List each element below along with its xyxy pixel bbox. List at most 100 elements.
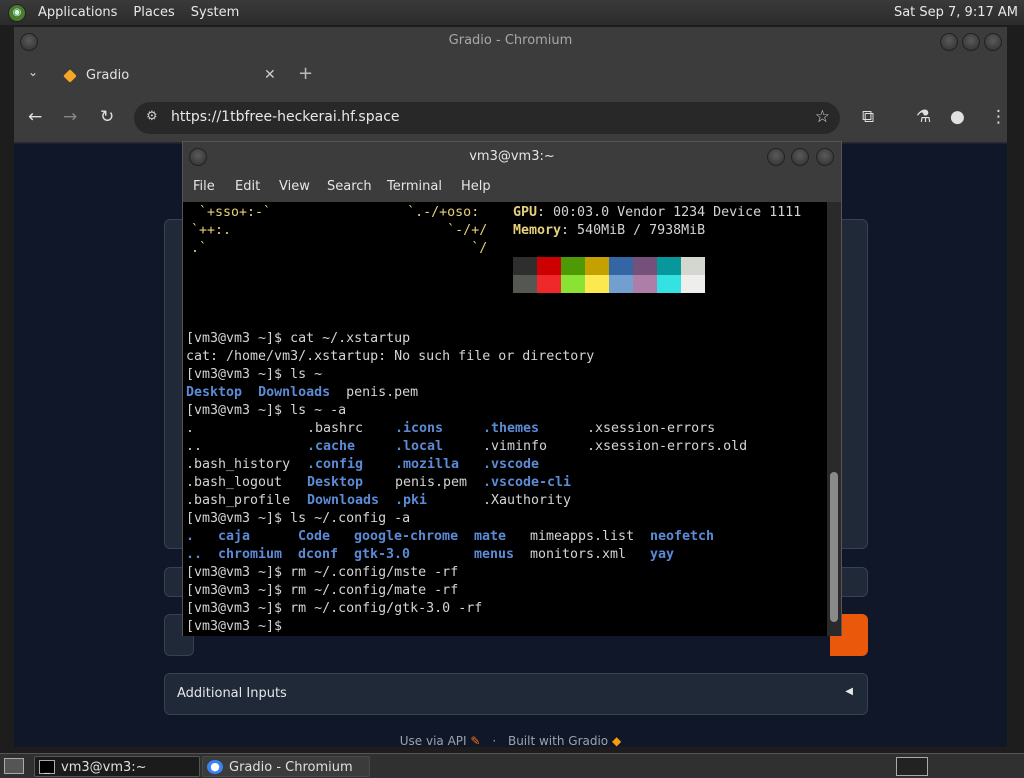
- menu-places[interactable]: Places: [129, 5, 178, 20]
- directory-entry: .vscode: [483, 457, 540, 472]
- workspace-switcher[interactable]: [896, 757, 928, 776]
- directory-entry: .icons: [395, 421, 444, 436]
- extensions-puzzle-icon[interactable]: ⧉: [862, 107, 874, 127]
- gpu-info: GPU: 00:03.0 Vendor 1234 Device 1111: [513, 204, 801, 222]
- show-desktop-icon[interactable]: [4, 758, 24, 774]
- memory-info: Memory: 540MiB / 7938MiB: [513, 222, 705, 240]
- file-entry: .: [186, 421, 195, 436]
- directory-entry: .mozilla: [395, 457, 460, 472]
- terminal-close-button[interactable]: [816, 148, 834, 166]
- menu-applications[interactable]: Applications: [34, 5, 121, 20]
- directory-entry: Code: [298, 529, 331, 544]
- terminal-window-menu-icon[interactable]: [189, 148, 207, 166]
- site-info-icon[interactable]: ⚙: [146, 109, 158, 124]
- window-menu-icon[interactable]: [20, 33, 38, 51]
- term-menu-file[interactable]: File: [193, 179, 215, 194]
- term-menu-edit[interactable]: Edit: [235, 179, 260, 194]
- bottom-panel: _ vm3@vm3:~ ● Gradio - Chromium: [0, 753, 1024, 778]
- additional-inputs-label: Additional Inputs: [177, 686, 287, 701]
- kebab-menu-icon[interactable]: ⋮: [990, 107, 1007, 127]
- file-entry: .viminfo: [483, 439, 548, 454]
- terminal-line: cat: /home/vm3/.xstartup: No such file o…: [186, 349, 595, 364]
- browser-toolbar: ← → ↻ ⚙ https://1tbfree-heckerai.hf.spac…: [14, 93, 1007, 143]
- directory-entry: gtk-3.0: [354, 547, 411, 562]
- file-entry: .bash_profile: [186, 493, 291, 508]
- palette-swatch: [561, 275, 585, 293]
- palette-swatch: [633, 275, 657, 293]
- directory-entry: yay: [650, 547, 675, 562]
- palette-swatch: [609, 275, 633, 293]
- command-text: rm ~/.config/mste -rf: [282, 565, 459, 580]
- maximize-button[interactable]: [962, 33, 980, 51]
- command-text: ls ~ -a: [282, 403, 347, 418]
- menu-system[interactable]: System: [187, 5, 243, 20]
- back-arrow-icon[interactable]: ←: [28, 107, 42, 127]
- file-entry: .xsession-errors: [587, 421, 716, 436]
- file-entry: .xsession-errors.old: [587, 439, 748, 454]
- neofetch-art-line: .` `/: [191, 241, 488, 256]
- forward-arrow-icon[interactable]: →: [63, 107, 77, 127]
- distro-logo-icon[interactable]: ◉: [8, 3, 26, 22]
- reload-icon[interactable]: ↻: [100, 107, 114, 127]
- directory-entry: .local: [395, 439, 444, 454]
- palette-swatch: [537, 257, 561, 275]
- terminal-output[interactable]: `+sso+:-` `.-/+oso: `++:. `-/+/ .` `/ GP…: [183, 202, 827, 636]
- terminal-window: vm3@vm3:~ File Edit View Search Terminal…: [182, 141, 842, 636]
- clock[interactable]: Sat Sep 7, 9:17 AM: [894, 5, 1018, 20]
- prompt: [vm3@vm3 ~]$: [186, 619, 283, 634]
- palette-swatch: [681, 275, 705, 293]
- taskbar-item-terminal[interactable]: _ vm3@vm3:~: [34, 756, 200, 777]
- profile-avatar-icon[interactable]: ●: [950, 107, 965, 127]
- new-tab-plus-icon[interactable]: +: [298, 63, 313, 84]
- taskbar-label: Gradio - Chromium: [229, 760, 353, 775]
- terminal-line: [vm3@vm3 ~]$ rm ~/.config/mste -rf: [186, 564, 458, 582]
- additional-inputs-accordion[interactable]: Additional Inputs ◀: [164, 673, 868, 715]
- command-text: cat ~/.xstartup: [282, 331, 411, 346]
- address-bar[interactable]: ⚙ https://1tbfree-heckerai.hf.space ☆: [134, 102, 840, 134]
- command-text: ls ~/.config -a: [282, 511, 411, 526]
- palette-swatch: [513, 275, 537, 293]
- accordion-arrow-icon: ◀: [845, 686, 853, 697]
- scrollbar-thumb[interactable]: [830, 472, 838, 622]
- term-menu-search[interactable]: Search: [327, 179, 372, 194]
- built-with-gradio-link[interactable]: Built with Gradio: [508, 734, 608, 748]
- taskbar-label: vm3@vm3:~: [61, 760, 147, 775]
- command-text: ls ~: [282, 367, 323, 382]
- close-button[interactable]: [984, 33, 1002, 51]
- term-menu-help[interactable]: Help: [461, 179, 491, 194]
- file-entry: mimeapps.list: [530, 529, 635, 544]
- file-entry: .bashrc: [307, 421, 364, 436]
- terminal-minimize-button[interactable]: [767, 148, 785, 166]
- prompt: [vm3@vm3 ~]$: [186, 565, 283, 580]
- directory-entry: caja: [218, 529, 251, 544]
- terminal-line: [vm3@vm3 ~]$ ls ~ -a: [186, 402, 346, 420]
- bookmark-star-icon[interactable]: ☆: [815, 107, 830, 127]
- terminal-line: [vm3@vm3 ~]$ rm ~/.config/gtk-3.0 -rf: [186, 600, 482, 618]
- directory-entry: .themes: [483, 421, 540, 436]
- tab-search-chevron-icon[interactable]: ⌄: [28, 65, 38, 79]
- labs-flask-icon[interactable]: ⚗: [916, 107, 931, 127]
- tab-gradio[interactable]: Gradio ✕: [52, 61, 292, 93]
- directory-entry: Desktop: [186, 385, 243, 400]
- terminal-maximize-button[interactable]: [791, 148, 809, 166]
- directory-entry: neofetch: [650, 529, 715, 544]
- palette-swatch: [609, 257, 633, 275]
- palette-swatch: [681, 257, 705, 275]
- palette-swatch: [657, 275, 681, 293]
- terminal-scrollbar[interactable]: [827, 202, 841, 636]
- taskbar-item-chromium[interactable]: ● Gradio - Chromium: [202, 756, 370, 777]
- url-text[interactable]: https://1tbfree-heckerai.hf.space: [171, 109, 400, 125]
- chromium-titlebar[interactable]: Gradio - Chromium: [14, 27, 1007, 57]
- directory-entry: mate: [474, 529, 507, 544]
- tab-close-icon[interactable]: ✕: [264, 67, 276, 83]
- terminal-titlebar[interactable]: vm3@vm3:~: [183, 142, 841, 172]
- term-menu-view[interactable]: View: [279, 179, 310, 194]
- terminal-icon: _: [39, 760, 55, 774]
- palette-swatch: [585, 257, 609, 275]
- minimize-button[interactable]: [940, 33, 958, 51]
- file-entry: .bash_logout: [186, 475, 283, 490]
- term-menu-terminal[interactable]: Terminal: [387, 179, 442, 194]
- use-via-api-link[interactable]: Use via API: [400, 734, 467, 748]
- terminal-line: [vm3@vm3 ~]$ cat ~/.xstartup: [186, 330, 410, 348]
- palette-swatch: [561, 257, 585, 275]
